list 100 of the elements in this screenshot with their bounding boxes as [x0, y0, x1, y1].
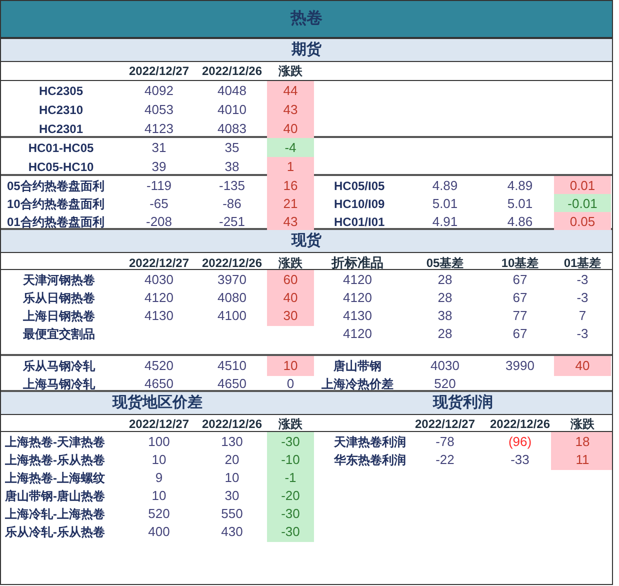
column-header: 01基差	[564, 254, 602, 272]
value-cell-text: 35	[224, 139, 240, 157]
value-cell-text: 520	[434, 375, 456, 393]
row-label: 01合约热卷盘面利	[7, 214, 104, 231]
value-cell-text: 4120	[343, 289, 372, 307]
value-cell-text: 4520	[144, 357, 174, 375]
value-cell-text: 77	[512, 307, 528, 325]
row-label: HC01/I01	[334, 214, 385, 231]
value-cell-text: -33	[510, 451, 530, 469]
value-cell-text: 4092	[144, 82, 174, 100]
value-cell-text: 4080	[218, 289, 246, 307]
row-label: HC01-HC05	[28, 140, 94, 157]
value-cell-text: 10	[224, 469, 240, 487]
change-cell: 40	[267, 119, 314, 138]
value-cell-text: 4030	[144, 271, 174, 289]
section-heading: 期货	[292, 40, 322, 60]
value-cell-text: 4.86	[507, 213, 533, 231]
value-cell-text: 5.01	[432, 195, 458, 213]
value-cell-text: 4120	[343, 325, 372, 343]
change-cell: 21	[267, 194, 314, 214]
value-cell-text: 67	[512, 289, 528, 307]
change-cell: -30	[267, 522, 314, 542]
column-header: 2022/12/27	[128, 416, 190, 433]
change-cell: -10	[267, 450, 314, 470]
row-label: 唐山带钢	[334, 358, 382, 375]
value-cell-text: -86	[222, 195, 242, 213]
value-cell-text: 400	[148, 523, 170, 541]
value-cell-text: 10	[152, 487, 166, 505]
section-heading: 现货利润	[433, 392, 493, 413]
change-cell: 40	[554, 356, 611, 376]
section-heading: 现货	[292, 230, 322, 251]
value-cell-text: 4030	[430, 357, 460, 375]
value-cell-text: -3	[576, 325, 588, 343]
change-cell-text: 0	[286, 375, 296, 393]
column-header: 2022/12/26	[202, 63, 262, 80]
value-cell-text: 7	[578, 307, 586, 325]
row-label: HC10/I09	[334, 196, 385, 213]
value-cell-text: -119	[146, 177, 172, 195]
change-cell: 43	[267, 212, 314, 232]
column-header: 2022/12/27	[128, 254, 190, 272]
change-cell: 44	[267, 81, 314, 100]
value-cell-text: 430	[221, 523, 243, 541]
row-label: HC05/I05	[334, 178, 385, 195]
change-cell: 30	[267, 306, 314, 326]
row-label: 上海热卷-上海螺纹	[5, 470, 105, 487]
value-cell-text: 4.89	[432, 177, 458, 195]
change-cell: -20	[267, 486, 314, 506]
row-label: HC05-HC10	[28, 158, 94, 176]
row-label: 上海日钢热卷	[23, 308, 95, 325]
change-cell: 16	[267, 176, 314, 196]
column-header: 涨跌	[278, 254, 302, 272]
value-cell-text: -22	[436, 451, 454, 469]
value-cell-text: 4100	[218, 307, 246, 325]
value-cell-text: 38	[438, 307, 452, 325]
row-label: 上海热卷-天津热卷	[5, 434, 105, 451]
change-cell: -30	[267, 504, 314, 524]
column-header: 2022/12/27	[414, 416, 476, 433]
row-label: 乐从日钢热卷	[23, 290, 95, 307]
row-label: 上海冷轧-上海热卷	[5, 506, 105, 523]
value-cell-text: 67	[512, 325, 528, 343]
value-cell-text: 550	[221, 505, 243, 523]
row-label: 最便宜交割品	[23, 326, 95, 343]
row-label: 乐从冷轧-乐从热卷	[5, 524, 105, 541]
value-cell-text: (96)	[508, 433, 532, 451]
value-cell-text: 4130	[343, 307, 372, 325]
change-cell: 18	[551, 432, 612, 452]
row-label: 华东热卷利润	[334, 452, 406, 469]
change-cell: 1	[267, 157, 314, 176]
change-cell: 40	[267, 288, 314, 308]
change-cell: 11	[551, 450, 612, 470]
value-cell-text: 4650	[144, 375, 174, 393]
value-cell-text: 4120	[144, 289, 174, 307]
change-cell: 43	[267, 100, 314, 120]
value-cell-text: 30	[224, 487, 240, 505]
value-cell-text: 10	[152, 451, 166, 469]
change-cell: 60	[267, 270, 314, 290]
value-cell-text: 4510	[218, 357, 246, 375]
value-cell-text: 28	[438, 289, 452, 307]
row-label: 05合约热卷盘面利	[7, 178, 104, 195]
value-cell-text: -3	[576, 271, 588, 289]
value-cell-text: 130	[221, 433, 243, 451]
value-cell-text: 28	[438, 325, 452, 343]
column-header: 折标准品	[332, 254, 384, 272]
value-cell-text: 38	[224, 158, 240, 176]
value-cell-text: 4123	[144, 120, 174, 138]
value-cell-text: 4.91	[432, 213, 458, 231]
value-cell-text: 4048	[218, 82, 246, 100]
row-label: HC2310	[38, 102, 84, 119]
row-label: 唐山带钢-唐山热卷	[5, 488, 105, 505]
row-label: 天津热卷利润	[334, 434, 406, 451]
change-cell: -1	[267, 468, 314, 488]
column-header: 05基差	[426, 254, 464, 272]
value-cell-text: -208	[146, 213, 172, 231]
value-cell-text: 3990	[506, 357, 534, 375]
row-label: 天津河钢热卷	[23, 272, 95, 289]
row-label: HC2301	[38, 120, 84, 138]
column-header: 2022/12/26	[202, 416, 262, 433]
value-cell-text: -251	[218, 213, 246, 231]
value-cell-text: 4120	[343, 271, 372, 289]
section-heading: 现货地区价差	[112, 392, 202, 413]
